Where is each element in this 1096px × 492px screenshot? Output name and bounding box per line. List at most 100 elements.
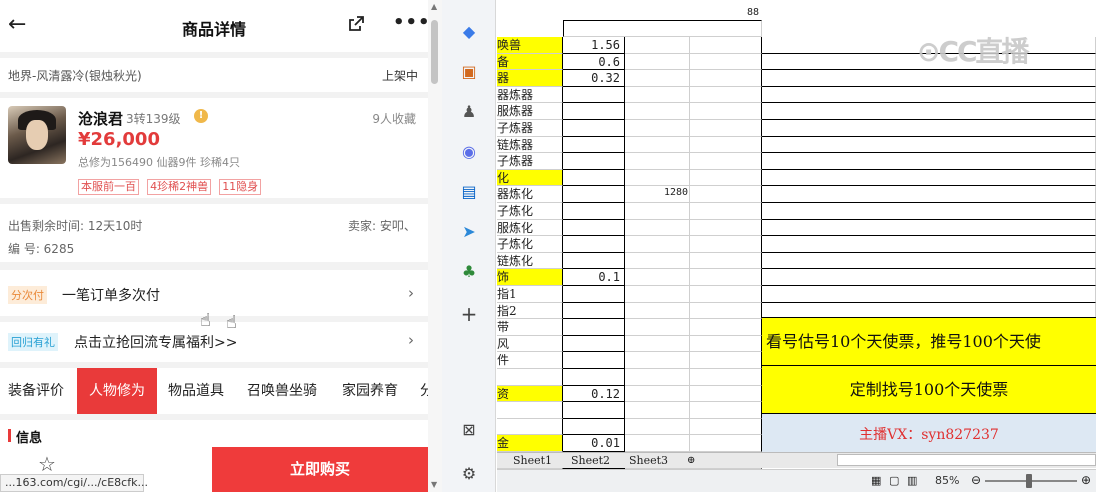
normal-view-icon[interactable]: ▦ <box>871 474 881 487</box>
empty-cell[interactable] <box>690 435 762 452</box>
empty-cell[interactable] <box>625 435 690 452</box>
header-row[interactable] <box>563 20 762 37</box>
avatar[interactable] <box>8 106 66 164</box>
empty-cell[interactable] <box>625 286 690 303</box>
empty-cell[interactable] <box>690 37 762 54</box>
page-break-icon[interactable]: ▥ <box>907 474 917 487</box>
more-icon[interactable]: ••• <box>393 12 428 33</box>
row-label-cell[interactable]: 指1 <box>497 286 563 303</box>
value-cell[interactable] <box>563 369 625 386</box>
send-icon[interactable]: ➤ <box>459 222 479 242</box>
copilot-icon[interactable]: ◉ <box>459 142 479 162</box>
scrollbar-thumb[interactable] <box>431 20 438 84</box>
row-label-cell[interactable]: 器炼化 <box>497 186 563 203</box>
scroll-down-icon[interactable]: ▼ <box>431 480 437 489</box>
value-cell[interactable] <box>563 319 625 336</box>
empty-cell[interactable] <box>625 335 690 353</box>
add-sheet-icon[interactable]: ⊕ <box>687 453 695 469</box>
empty-cell[interactable] <box>625 169 690 187</box>
value-cell[interactable] <box>563 86 625 104</box>
value-cell[interactable] <box>563 103 625 120</box>
value-cell[interactable] <box>563 136 625 154</box>
empty-cell[interactable] <box>762 286 1096 303</box>
value-cell[interactable]: 0.1 <box>563 269 625 286</box>
installment-row[interactable]: 分次付 一笔订单多次付 › <box>0 270 428 316</box>
value-cell[interactable] <box>563 203 625 220</box>
row-label-cell[interactable]: 子炼化 <box>497 236 563 253</box>
value-cell[interactable] <box>563 335 625 353</box>
promo-row[interactable]: 回归有礼 点击立抢回流专属福利>> › <box>0 322 428 362</box>
empty-cell[interactable] <box>690 86 762 104</box>
value-cell[interactable] <box>563 169 625 187</box>
empty-cell[interactable] <box>690 136 762 154</box>
empty-cell[interactable] <box>690 369 762 386</box>
value-cell[interactable] <box>563 153 625 170</box>
empty-cell[interactable] <box>625 153 690 170</box>
row-label-cell[interactable]: 资 <box>497 385 563 403</box>
row-label-cell[interactable]: 饰 <box>497 269 563 286</box>
screenshot-icon[interactable]: ⊠ <box>459 420 479 440</box>
plus-icon[interactable]: + <box>459 304 479 324</box>
briefcase-icon[interactable]: ▣ <box>459 62 479 82</box>
empty-cell[interactable] <box>625 219 690 237</box>
empty-cell[interactable] <box>690 418 762 436</box>
info-icon[interactable]: ! <box>194 109 208 123</box>
empty-cell[interactable] <box>762 219 1096 237</box>
row-label-cell[interactable]: 链炼化 <box>497 252 563 270</box>
empty-cell[interactable] <box>690 120 762 137</box>
empty-cell[interactable] <box>690 53 762 71</box>
empty-cell[interactable] <box>762 186 1096 203</box>
empty-cell[interactable] <box>625 252 690 270</box>
phone-scrollbar[interactable]: ▲ ▼ <box>428 0 442 492</box>
empty-cell[interactable] <box>762 136 1096 154</box>
empty-cell[interactable] <box>625 203 690 220</box>
scroll-up-icon[interactable]: ▲ <box>431 2 437 11</box>
row-label-cell[interactable] <box>497 402 563 419</box>
zoom-in-icon[interactable]: ⊕ <box>1081 473 1091 487</box>
empty-cell[interactable] <box>690 103 762 120</box>
row-label-cell[interactable]: 子炼器 <box>497 120 563 137</box>
empty-cell[interactable] <box>762 169 1096 187</box>
tab-equipment[interactable]: 装备评价 <box>8 368 64 414</box>
item-card[interactable]: 沧浪君 3转139级 ! 9人收藏 ¥26,000 总修为156490 仙器9件… <box>0 98 428 198</box>
value-cell[interactable] <box>563 120 625 137</box>
value-cell[interactable]: 0.12 <box>563 385 625 403</box>
empty-cell[interactable] <box>762 153 1096 170</box>
value-cell[interactable] <box>563 236 625 253</box>
tree-icon[interactable]: ♣ <box>459 262 479 282</box>
value-cell[interactable] <box>563 302 625 320</box>
empty-cell[interactable] <box>762 269 1096 286</box>
empty-cell[interactable] <box>690 169 762 187</box>
empty-cell[interactable] <box>762 203 1096 220</box>
row-label-cell[interactable]: 器炼器 <box>497 86 563 104</box>
empty-cell[interactable] <box>690 335 762 353</box>
settings-icon[interactable]: ⚙ <box>459 464 479 484</box>
empty-cell[interactable] <box>625 352 690 369</box>
row-label-cell[interactable]: 子炼器 <box>497 153 563 170</box>
empty-cell[interactable] <box>625 70 690 87</box>
row-label-cell[interactable]: 化 <box>497 169 563 187</box>
empty-cell[interactable] <box>625 385 690 403</box>
empty-cell[interactable] <box>690 219 762 237</box>
row-label-cell[interactable]: 唤兽 <box>497 37 563 54</box>
chess-icon[interactable]: ♟ <box>459 102 479 122</box>
empty-cell[interactable] <box>690 153 762 170</box>
row-label-cell[interactable] <box>497 369 563 386</box>
sheet-tab-3[interactable]: Sheet3 <box>629 453 668 469</box>
empty-cell[interactable] <box>690 352 762 369</box>
empty-cell[interactable] <box>690 252 762 270</box>
share-icon[interactable] <box>346 14 366 34</box>
empty-cell[interactable] <box>625 103 690 120</box>
buy-now-button[interactable]: 立即购买 <box>212 447 428 492</box>
value-cell[interactable] <box>563 418 625 436</box>
empty-cell[interactable] <box>625 136 690 154</box>
row-label-cell[interactable]: 链炼器 <box>497 136 563 154</box>
zoom-slider-knob[interactable] <box>1026 474 1032 488</box>
empty-cell[interactable] <box>625 402 690 419</box>
row-label-cell[interactable]: 带 <box>497 319 563 336</box>
value-cell[interactable] <box>563 219 625 237</box>
empty-cell[interactable] <box>690 319 762 336</box>
page-layout-icon[interactable]: ▢ <box>889 474 899 487</box>
empty-cell[interactable] <box>762 236 1096 253</box>
value-cell[interactable] <box>563 402 625 419</box>
